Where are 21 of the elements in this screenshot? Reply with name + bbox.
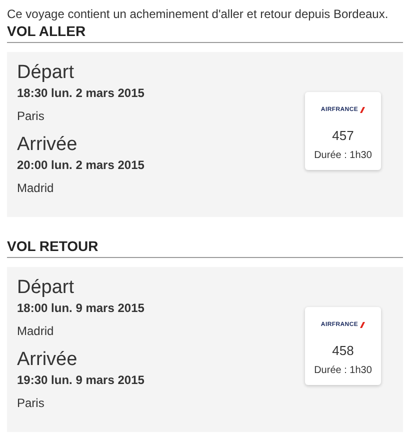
slash-icon (360, 107, 366, 113)
slash-icon (360, 322, 366, 328)
departure-time: 18:00 lun. 9 mars 2015 (17, 300, 144, 316)
flight-duration: Durée : 1h30 (314, 364, 372, 378)
section-heading: VOL ALLER (7, 22, 87, 40)
arrival-time: 19:30 lun. 9 mars 2015 (17, 372, 144, 388)
flight-duration: Durée : 1h30 (314, 149, 372, 163)
departure-city: Paris (17, 108, 46, 124)
departure-time: 18:30 lun. 2 mars 2015 (17, 85, 144, 101)
arrival-city: Madrid (17, 180, 55, 196)
departure-city: Madrid (17, 323, 55, 339)
section-heading: VOL RETOUR (7, 237, 100, 255)
departure-label: Départ (17, 277, 76, 299)
flight-number: 458 (332, 343, 354, 359)
arrival-city: Paris (17, 395, 46, 411)
flight-number: 457 (332, 128, 354, 144)
arrival-label: Arrivée (17, 134, 78, 156)
arrival-time: 20:00 lun. 2 mars 2015 (17, 157, 144, 173)
departure-label: Départ (17, 62, 76, 84)
arrival-label: Arrivée (17, 349, 78, 371)
intro-text: Ce voyage contient un acheminement d'aller et retour depuis Bordeaux. (7, 6, 390, 22)
